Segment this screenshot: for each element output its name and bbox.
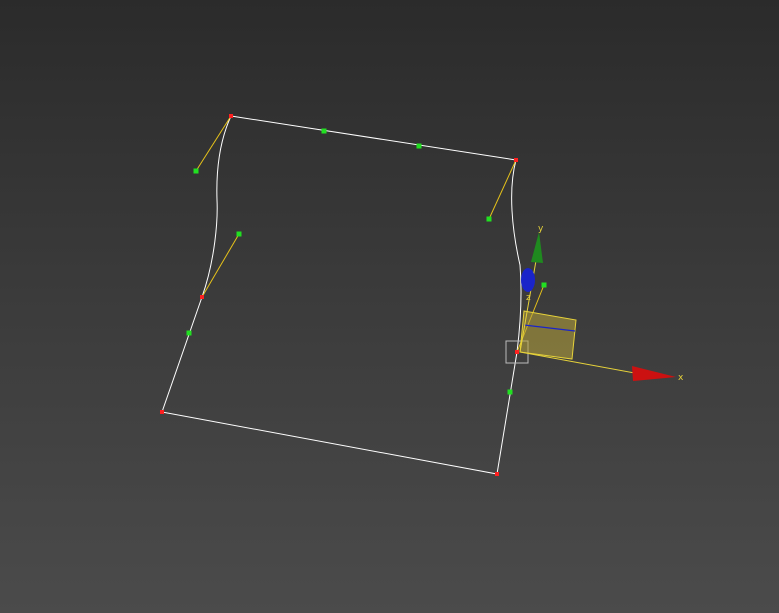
bezier-handle[interactable] bbox=[507, 389, 513, 395]
gizmo-x-label: x bbox=[678, 373, 684, 383]
spline-vertex[interactable] bbox=[229, 114, 233, 118]
tangent-line bbox=[201, 233, 240, 298]
spline-vertex[interactable] bbox=[200, 295, 204, 299]
spline-vertex[interactable] bbox=[495, 472, 499, 476]
gizmo-z-arrow[interactable] bbox=[521, 268, 535, 292]
bezier-handle[interactable] bbox=[321, 128, 327, 134]
bezier-handle[interactable] bbox=[416, 143, 422, 149]
viewport-scene[interactable]: x y z bbox=[0, 0, 779, 613]
bezier-handle[interactable] bbox=[486, 216, 492, 222]
bezier-handle[interactable] bbox=[236, 231, 242, 237]
gizmo-xy-plane[interactable] bbox=[519, 310, 577, 360]
move-gizmo[interactable]: x y z bbox=[519, 224, 684, 383]
gizmo-y-label: y bbox=[538, 224, 544, 234]
tangent-line bbox=[195, 115, 232, 172]
gizmo-x-axis[interactable] bbox=[519, 351, 641, 375]
bezier-handle[interactable] bbox=[193, 168, 199, 174]
gizmo-x-arrow[interactable] bbox=[632, 366, 676, 381]
gizmo-z-label: z bbox=[526, 293, 531, 303]
viewport[interactable]: x y z bbox=[0, 0, 779, 613]
spline-curve[interactable] bbox=[161, 115, 522, 475]
spline-vertex-selected[interactable] bbox=[515, 350, 519, 354]
bezier-handle[interactable] bbox=[186, 330, 192, 336]
bezier-handle[interactable] bbox=[541, 282, 547, 288]
gizmo-y-arrow[interactable] bbox=[531, 232, 543, 263]
spline-vertex[interactable] bbox=[160, 410, 164, 414]
spline-vertex[interactable] bbox=[514, 158, 518, 162]
